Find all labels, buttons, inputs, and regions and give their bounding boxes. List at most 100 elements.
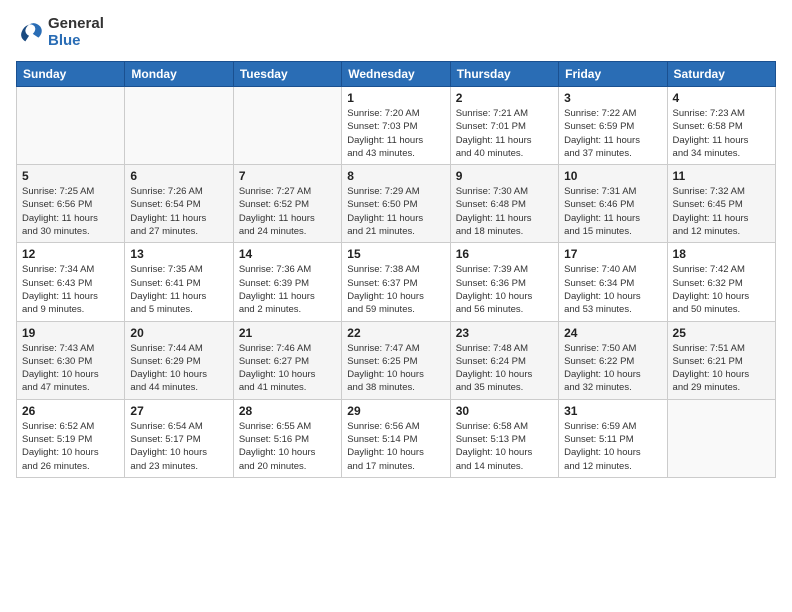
calendar-cell: 18 Sunrise: 7:42 AM Sunset: 6:32 PM Dayli… — [667, 243, 775, 321]
calendar-cell: 26Sunrise: 6:52 AM Sunset: 5:19 PM Dayli… — [17, 399, 125, 477]
day-detail: Sunrise: 7:50 AM Sunset: 6:22 PM Dayligh… — [564, 342, 661, 395]
day-detail: Sunrise: 7:30 AM Sunset: 6:48 PM Dayligh… — [456, 185, 553, 238]
day-detail: Sunrise: 7:29 AM Sunset: 6:50 PM Dayligh… — [347, 185, 444, 238]
day-detail: Sunrise: 7:40 AM Sunset: 6:34 PM Dayligh… — [564, 263, 661, 316]
day-detail: Sunrise: 7:22 AM Sunset: 6:59 PM Dayligh… — [564, 107, 661, 160]
day-number: 3 — [564, 91, 661, 105]
day-number: 15 — [347, 247, 444, 261]
day-detail: Sunrise: 6:55 AM Sunset: 5:16 PM Dayligh… — [239, 420, 336, 473]
day-detail: Sunrise: 7:34 AM Sunset: 6:43 PM Dayligh… — [22, 263, 119, 316]
day-detail: Sunrise: 7:36 AM Sunset: 6:39 PM Dayligh… — [239, 263, 336, 316]
calendar-cell: 10Sunrise: 7:31 AM Sunset: 6:46 PM Dayli… — [559, 165, 667, 243]
weekday-header: Monday — [125, 62, 233, 87]
day-detail: Sunrise: 7:48 AM Sunset: 6:24 PM Dayligh… — [456, 342, 553, 395]
calendar-cell: 9 Sunrise: 7:30 AM Sunset: 6:48 PM Daylig… — [450, 165, 558, 243]
day-detail: Sunrise: 6:54 AM Sunset: 5:17 PM Dayligh… — [130, 420, 227, 473]
weekday-header: Sunday — [17, 62, 125, 87]
day-number: 9 — [456, 169, 553, 183]
day-detail: Sunrise: 7:51 AM Sunset: 6:21 PM Dayligh… — [673, 342, 770, 395]
day-number: 1 — [347, 91, 444, 105]
day-number: 8 — [347, 169, 444, 183]
day-number: 28 — [239, 404, 336, 418]
calendar-cell: 17Sunrise: 7:40 AM Sunset: 6:34 PM Dayli… — [559, 243, 667, 321]
day-detail: Sunrise: 6:52 AM Sunset: 5:19 PM Dayligh… — [22, 420, 119, 473]
calendar-cell — [125, 87, 233, 165]
day-number: 30 — [456, 404, 553, 418]
day-number: 13 — [130, 247, 227, 261]
weekday-header: Tuesday — [233, 62, 341, 87]
day-number: 25 — [673, 326, 770, 340]
calendar-cell: 22 Sunrise: 7:47 AM Sunset: 6:25 PM Dayli… — [342, 321, 450, 399]
calendar-cell: 7 Sunrise: 7:27 AM Sunset: 6:52 PM Daylig… — [233, 165, 341, 243]
day-detail: Sunrise: 7:32 AM Sunset: 6:45 PM Dayligh… — [673, 185, 770, 238]
day-number: 29 — [347, 404, 444, 418]
day-number: 31 — [564, 404, 661, 418]
day-detail: Sunrise: 7:42 AM Sunset: 6:32 PM Dayligh… — [673, 263, 770, 316]
day-number: 18 — [673, 247, 770, 261]
day-detail: Sunrise: 7:47 AM Sunset: 6:25 PM Dayligh… — [347, 342, 444, 395]
calendar-cell: 16 Sunrise: 7:39 AM Sunset: 6:36 PM Dayli… — [450, 243, 558, 321]
day-number: 5 — [22, 169, 119, 183]
day-number: 12 — [22, 247, 119, 261]
day-number: 21 — [239, 326, 336, 340]
calendar-week-row: 1Sunrise: 7:20 AM Sunset: 7:03 PM Daylig… — [17, 87, 776, 165]
calendar-cell: 11 Sunrise: 7:32 AM Sunset: 6:45 PM Dayli… — [667, 165, 775, 243]
calendar-cell: 24 Sunrise: 7:50 AM Sunset: 6:22 PM Dayli… — [559, 321, 667, 399]
calendar-cell — [667, 399, 775, 477]
day-number: 2 — [456, 91, 553, 105]
page-header: General Blue — [16, 16, 776, 49]
calendar-cell: 31Sunrise: 6:59 AM Sunset: 5:11 PM Dayli… — [559, 399, 667, 477]
calendar-cell: 5 Sunrise: 7:25 AM Sunset: 6:56 PM Daylig… — [17, 165, 125, 243]
day-number: 22 — [347, 326, 444, 340]
calendar-cell: 4Sunrise: 7:23 AM Sunset: 6:58 PM Daylig… — [667, 87, 775, 165]
calendar-cell: 19 Sunrise: 7:43 AM Sunset: 6:30 PM Dayli… — [17, 321, 125, 399]
weekday-header-row: SundayMondayTuesdayWednesdayThursdayFrid… — [17, 62, 776, 87]
weekday-header: Wednesday — [342, 62, 450, 87]
calendar-cell: 3 Sunrise: 7:22 AM Sunset: 6:59 PM Daylig… — [559, 87, 667, 165]
day-detail: Sunrise: 7:25 AM Sunset: 6:56 PM Dayligh… — [22, 185, 119, 238]
logo: General Blue — [16, 16, 104, 49]
calendar-cell: 25 Sunrise: 7:51 AM Sunset: 6:21 PM Dayli… — [667, 321, 775, 399]
day-detail: Sunrise: 7:44 AM Sunset: 6:29 PM Dayligh… — [130, 342, 227, 395]
calendar-cell: 8 Sunrise: 7:29 AM Sunset: 6:50 PM Daylig… — [342, 165, 450, 243]
calendar-week-row: 12 Sunrise: 7:34 AM Sunset: 6:43 PM Dayli… — [17, 243, 776, 321]
calendar-week-row: 5 Sunrise: 7:25 AM Sunset: 6:56 PM Daylig… — [17, 165, 776, 243]
calendar-cell: 20 Sunrise: 7:44 AM Sunset: 6:29 PM Dayli… — [125, 321, 233, 399]
day-detail: Sunrise: 7:38 AM Sunset: 6:37 PM Dayligh… — [347, 263, 444, 316]
calendar-cell: 28 Sunrise: 6:55 AM Sunset: 5:16 PM Dayli… — [233, 399, 341, 477]
calendar-cell: 23 Sunrise: 7:48 AM Sunset: 6:24 PM Dayli… — [450, 321, 558, 399]
day-number: 23 — [456, 326, 553, 340]
day-detail: Sunrise: 7:43 AM Sunset: 6:30 PM Dayligh… — [22, 342, 119, 395]
calendar-cell: 1Sunrise: 7:20 AM Sunset: 7:03 PM Daylig… — [342, 87, 450, 165]
day-number: 14 — [239, 247, 336, 261]
day-detail: Sunrise: 7:35 AM Sunset: 6:41 PM Dayligh… — [130, 263, 227, 316]
day-detail: Sunrise: 7:27 AM Sunset: 6:52 PM Dayligh… — [239, 185, 336, 238]
day-detail: Sunrise: 6:56 AM Sunset: 5:14 PM Dayligh… — [347, 420, 444, 473]
weekday-header: Saturday — [667, 62, 775, 87]
weekday-header: Thursday — [450, 62, 558, 87]
calendar-cell — [233, 87, 341, 165]
calendar-table: SundayMondayTuesdayWednesdayThursdayFrid… — [16, 61, 776, 478]
calendar-cell: 2Sunrise: 7:21 AM Sunset: 7:01 PM Daylig… — [450, 87, 558, 165]
day-number: 4 — [673, 91, 770, 105]
day-detail: Sunrise: 6:58 AM Sunset: 5:13 PM Dayligh… — [456, 420, 553, 473]
calendar-cell: 14 Sunrise: 7:36 AM Sunset: 6:39 PM Dayli… — [233, 243, 341, 321]
weekday-header: Friday — [559, 62, 667, 87]
day-number: 11 — [673, 169, 770, 183]
calendar-cell: 29 Sunrise: 6:56 AM Sunset: 5:14 PM Dayli… — [342, 399, 450, 477]
day-detail: Sunrise: 7:39 AM Sunset: 6:36 PM Dayligh… — [456, 263, 553, 316]
day-number: 19 — [22, 326, 119, 340]
day-number: 6 — [130, 169, 227, 183]
logo-text: General Blue — [48, 16, 104, 49]
day-number: 24 — [564, 326, 661, 340]
day-number: 7 — [239, 169, 336, 183]
day-detail: Sunrise: 7:46 AM Sunset: 6:27 PM Dayligh… — [239, 342, 336, 395]
day-detail: Sunrise: 7:31 AM Sunset: 6:46 PM Dayligh… — [564, 185, 661, 238]
calendar-week-row: 26Sunrise: 6:52 AM Sunset: 5:19 PM Dayli… — [17, 399, 776, 477]
day-number: 20 — [130, 326, 227, 340]
calendar-cell: 30 Sunrise: 6:58 AM Sunset: 5:13 PM Dayli… — [450, 399, 558, 477]
calendar-cell: 27Sunrise: 6:54 AM Sunset: 5:17 PM Dayli… — [125, 399, 233, 477]
day-number: 16 — [456, 247, 553, 261]
calendar-cell: 12 Sunrise: 7:34 AM Sunset: 6:43 PM Dayli… — [17, 243, 125, 321]
day-detail: Sunrise: 7:26 AM Sunset: 6:54 PM Dayligh… — [130, 185, 227, 238]
